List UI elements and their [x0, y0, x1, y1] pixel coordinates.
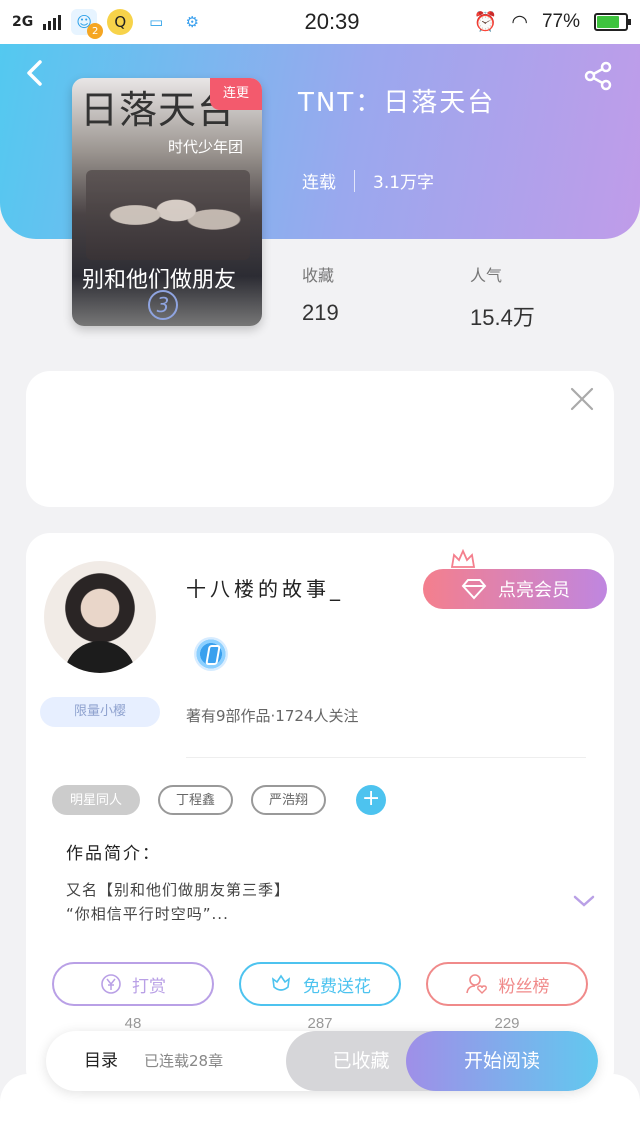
tag-list: 明星同人 丁程鑫 严浩翔 + — [52, 785, 387, 815]
book-status-row: 连载 3.1万字 — [302, 168, 434, 193]
serial-status: 连载 — [302, 173, 336, 193]
level-badge-icon — [194, 637, 228, 671]
stat-label: 人气 — [470, 266, 503, 285]
update-tag: 连更 — [210, 78, 262, 110]
add-tag-button[interactable]: + — [356, 785, 387, 815]
cover-volume: 3 — [148, 290, 178, 320]
word-count: 3.1万字 — [373, 173, 435, 193]
yen-icon — [101, 974, 121, 994]
battery-percent: 77% — [541, 11, 580, 32]
battery-icon — [594, 13, 631, 31]
notification-count-badge: 2 — [87, 23, 104, 39]
vip-button[interactable]: 点亮会员 — [423, 569, 607, 609]
book-title: TNT：日落天台 — [298, 88, 496, 118]
stat-value: 219 — [302, 300, 339, 325]
signal-icon — [43, 14, 62, 30]
author-card: 十八楼的故事_ 点亮会员 限量小樱 著有9部作品·1724人关注 明星同人 丁程… — [26, 533, 614, 1093]
send-flower-button[interactable]: 免费送花 — [239, 962, 401, 1006]
back-button[interactable] — [20, 58, 50, 88]
vip-label: 点亮会员 — [498, 580, 570, 601]
alarm-icon: ⏰ — [473, 12, 498, 33]
stat-label: 收藏 — [302, 266, 335, 285]
cover-main-text: 别和他们做朋友 — [82, 268, 237, 293]
expand-chevron-icon[interactable] — [572, 893, 596, 909]
wifi-icon: ◠ — [511, 11, 528, 33]
close-ad-button[interactable] — [568, 385, 596, 413]
author-meta: 著有9部作品·1724人关注 — [186, 707, 359, 725]
share-button[interactable] — [582, 60, 614, 92]
bottom-action-bar: 目录 已连载28章 已收藏 开始阅读 — [46, 1031, 598, 1091]
stat-popularity: 人气 15.4万 — [470, 262, 535, 332]
tag-item[interactable]: 明星同人 — [52, 785, 141, 815]
action-label: 打赏 — [132, 976, 166, 997]
network-type: 2G — [12, 14, 34, 30]
toc-button[interactable]: 目录 — [84, 1031, 118, 1091]
fan-ranking-button[interactable]: 粉丝榜 — [426, 962, 588, 1006]
status-bar: 2G ☺ 2 Q ▭ ⚙ 20:39 ⏰ ◠ 77% — [0, 0, 640, 44]
cover-photo — [86, 170, 250, 260]
status-time: 20:39 — [304, 9, 360, 34]
start-reading-button[interactable]: 开始阅读 — [406, 1031, 598, 1091]
crown-icon — [450, 549, 476, 568]
chevron-left-icon — [27, 60, 42, 86]
cover-subtitle: 时代少年团 — [168, 138, 244, 156]
stat-value: 15.4万 — [470, 305, 535, 330]
flower-icon — [271, 974, 291, 991]
user-heart-icon — [465, 974, 487, 994]
divider — [186, 757, 586, 758]
avatar[interactable] — [44, 561, 156, 673]
book-cover[interactable]: 日落天台 时代少年团 别和他们做朋友 3 — [72, 78, 262, 326]
intro-line: 又名【别和他们做朋友第三季】 — [66, 881, 291, 899]
diamond-icon — [461, 579, 487, 600]
android-icon: ⚙ — [185, 13, 199, 31]
close-icon — [570, 387, 594, 411]
tip-button[interactable]: 打赏 — [52, 962, 214, 1006]
qq-notification-icon: ☺ 2 — [71, 9, 104, 39]
chapter-count: 已连载28章 — [144, 1052, 224, 1070]
intro-label: 作品简介： — [66, 844, 161, 864]
share-icon — [584, 61, 612, 91]
action-label: 粉丝榜 — [498, 976, 550, 997]
intro-line: “你相信平行时空吗”... — [66, 905, 229, 923]
message-icon: ▭ — [149, 13, 164, 31]
tag-item[interactable]: 严浩翔 — [251, 785, 327, 815]
stat-favorites: 收藏 219 — [302, 262, 339, 326]
author-name[interactable]: 十八楼的故事_ — [186, 573, 344, 602]
fan-tag: 限量小樱 — [40, 697, 160, 727]
fan-count: 229 — [494, 1015, 520, 1032]
divider — [354, 169, 355, 192]
q-app-icon: Q — [107, 9, 134, 35]
ad-card — [26, 371, 614, 507]
flower-count: 287 — [307, 1015, 333, 1032]
tag-item[interactable]: 丁程鑫 — [158, 785, 234, 815]
action-label: 免费送花 — [303, 976, 371, 997]
tip-count: 48 — [124, 1015, 142, 1032]
